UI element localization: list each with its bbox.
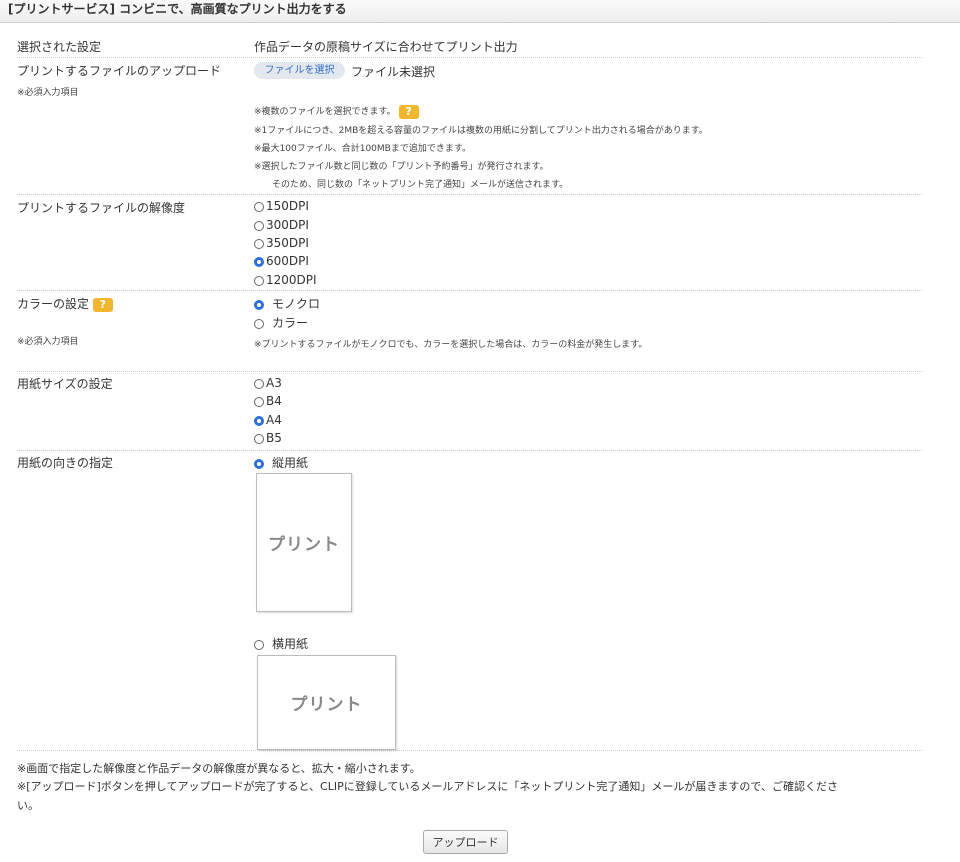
radio-a3[interactable]: A3	[254, 376, 282, 390]
file-status: ファイル未選択	[351, 65, 436, 79]
option-label: 1200DPI	[266, 273, 317, 287]
required-note: ※必須入力項目	[17, 88, 79, 98]
upload-note-2: ※1ファイルにつき、2MBを超える容量のファイルは複数の用紙に分割してプリント出…	[254, 126, 708, 136]
radio-b4[interactable]: B4	[254, 394, 282, 408]
upload-file-label: プリントするファイルのアップロード	[17, 64, 222, 78]
paper-size-label: 用紙サイズの設定	[17, 377, 113, 391]
color-label-row: カラーの設定 ?	[17, 295, 113, 312]
radio-color[interactable]: カラー	[254, 314, 308, 331]
radio-icon[interactable]	[254, 256, 264, 267]
radio-300dpi[interactable]: 300DPI	[254, 218, 309, 232]
divider	[17, 750, 922, 751]
upload-note-1: ※複数のファイルを選択できます。 ?	[254, 104, 419, 119]
bottom-note-1: ※画面で指定した解像度と作品データの解像度が異なると、拡大・縮小されます。	[17, 762, 421, 775]
divider	[17, 57, 922, 58]
help-icon[interactable]: ?	[92, 297, 113, 312]
option-label: カラー	[272, 316, 309, 330]
radio-icon[interactable]	[254, 318, 264, 329]
required-note: ※必須入力項目	[17, 337, 79, 347]
option-label: 横用紙	[272, 637, 309, 651]
radio-600dpi[interactable]: 600DPI	[254, 254, 309, 268]
radio-1200dpi[interactable]: 1200DPI	[254, 273, 317, 287]
selected-setting-value: 作品データの原稿サイズに合わせてプリント出力	[254, 40, 518, 54]
radio-icon[interactable]	[254, 458, 264, 469]
option-label: 350DPI	[266, 236, 309, 250]
choose-file-button[interactable]: ファイルを選択	[254, 62, 345, 79]
preview-text: プリント	[268, 535, 340, 555]
selected-setting-label: 選択された設定	[17, 40, 102, 54]
radio-b5[interactable]: B5	[254, 431, 282, 445]
radio-icon[interactable]	[254, 220, 264, 231]
color-label: カラーの設定	[17, 297, 90, 311]
preview-text: プリント	[290, 695, 363, 715]
divider	[17, 371, 922, 372]
radio-icon[interactable]	[254, 415, 264, 426]
radio-a4[interactable]: A4	[254, 413, 282, 427]
option-label: B5	[266, 431, 282, 445]
upload-note-text: ※複数のファイルを選択できます。	[254, 107, 396, 117]
radio-350dpi[interactable]: 350DPI	[254, 236, 309, 250]
radio-landscape[interactable]: 横用紙	[254, 635, 308, 652]
portrait-preview[interactable]: プリント	[256, 473, 352, 612]
help-icon[interactable]: ?	[398, 104, 419, 119]
color-note: ※プリントするファイルがモノクロでも、カラーを選択した場合は、カラーの料金が発生…	[254, 340, 648, 350]
radio-icon[interactable]	[254, 275, 264, 286]
radio-icon[interactable]	[254, 639, 264, 650]
option-label: 150DPI	[266, 199, 309, 213]
option-label: モノクロ	[272, 297, 321, 311]
radio-icon[interactable]	[254, 396, 264, 407]
option-label: 300DPI	[266, 218, 309, 232]
divider	[17, 290, 922, 291]
option-label: 縦用紙	[272, 456, 309, 470]
divider	[17, 194, 922, 195]
upload-note-3: ※最大100ファイル、合計100MBまで追加できます。	[254, 144, 471, 154]
radio-icon[interactable]	[254, 378, 264, 389]
bottom-note-3: い。	[17, 799, 39, 812]
upload-button[interactable]: アップロード	[423, 830, 508, 854]
option-label: B4	[266, 394, 282, 408]
radio-icon[interactable]	[254, 201, 264, 212]
option-label: A3	[266, 376, 282, 390]
orientation-label: 用紙の向きの指定	[17, 456, 114, 470]
radio-portrait[interactable]: 縦用紙	[254, 454, 308, 471]
radio-icon[interactable]	[254, 299, 264, 310]
upload-note-5: そのため、同じ数の「ネットプリント完了通知」メールが送信されます。	[272, 180, 569, 190]
resolution-label: プリントするファイルの解像度	[17, 201, 186, 215]
page-header: [プリントサービス] コンビニで、高画質なプリント出力をする	[0, 0, 960, 23]
option-label: A4	[266, 413, 282, 427]
page-title: [プリントサービス] コンビニで、高画質なプリント出力をする	[8, 2, 347, 16]
bottom-note-2: ※[アップロード]ボタンを押してアップロードが完了すると、CLIPに登録している…	[17, 780, 838, 793]
radio-icon[interactable]	[254, 238, 264, 249]
divider	[17, 450, 922, 451]
radio-monochrome[interactable]: モノクロ	[254, 295, 320, 312]
option-label: 600DPI	[266, 254, 309, 268]
upload-note-4: ※選択したファイル数と同じ数の「プリント予約番号」が発行されます。	[254, 162, 549, 172]
radio-150dpi[interactable]: 150DPI	[254, 199, 309, 213]
landscape-preview[interactable]: プリント	[257, 655, 396, 750]
radio-icon[interactable]	[254, 433, 264, 444]
